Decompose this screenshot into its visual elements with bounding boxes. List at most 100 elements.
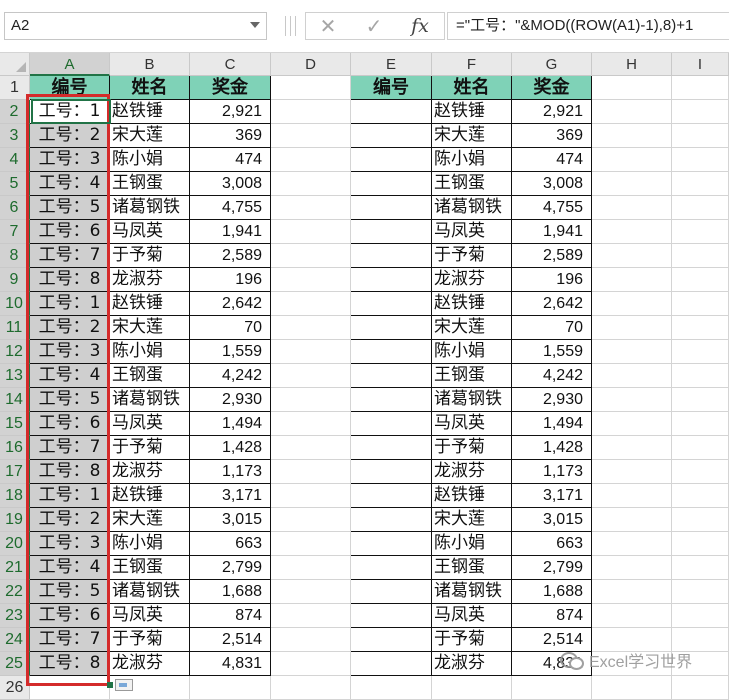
- cell[interactable]: [592, 268, 672, 292]
- row-header-5[interactable]: 5: [0, 172, 30, 196]
- row-header-23[interactable]: 23: [0, 604, 30, 628]
- bonus-cell[interactable]: 2,589: [190, 244, 271, 268]
- cell[interactable]: [271, 292, 351, 316]
- name-cell[interactable]: 陈小娟: [432, 532, 512, 556]
- row-header-2[interactable]: 2: [0, 100, 30, 124]
- row-header-22[interactable]: 22: [0, 580, 30, 604]
- name-cell[interactable]: 陈小娟: [432, 148, 512, 172]
- cell[interactable]: [271, 220, 351, 244]
- id-cell-empty[interactable]: [351, 508, 432, 532]
- row-header-21[interactable]: 21: [0, 556, 30, 580]
- cell[interactable]: [672, 340, 729, 364]
- cell[interactable]: [432, 676, 512, 700]
- bonus-cell[interactable]: 196: [512, 268, 592, 292]
- name-cell[interactable]: 宋大莲: [432, 508, 512, 532]
- bonus-cell[interactable]: 3,171: [190, 484, 271, 508]
- bonus-cell[interactable]: 3,171: [512, 484, 592, 508]
- cell[interactable]: [592, 604, 672, 628]
- cell[interactable]: [271, 628, 351, 652]
- bonus-cell[interactable]: 1,941: [512, 220, 592, 244]
- name-cell[interactable]: 马凤英: [432, 412, 512, 436]
- id-cell-empty[interactable]: [351, 364, 432, 388]
- cell[interactable]: [672, 292, 729, 316]
- bonus-cell[interactable]: 3,015: [512, 508, 592, 532]
- id-cell[interactable]: 工号：2: [30, 316, 110, 340]
- name-cell[interactable]: 诸葛钢铁: [110, 388, 190, 412]
- cell[interactable]: [271, 604, 351, 628]
- bonus-cell[interactable]: 2,799: [512, 556, 592, 580]
- id-cell-empty[interactable]: [351, 652, 432, 676]
- id-cell-empty[interactable]: [351, 532, 432, 556]
- name-cell[interactable]: 马凤英: [110, 412, 190, 436]
- bonus-cell[interactable]: 1,559: [190, 340, 271, 364]
- header-cell-bonus[interactable]: 奖金: [190, 76, 271, 100]
- row-header-14[interactable]: 14: [0, 388, 30, 412]
- row-header-17[interactable]: 17: [0, 460, 30, 484]
- cell[interactable]: [271, 508, 351, 532]
- header-cell-name[interactable]: 姓名: [432, 76, 512, 100]
- name-cell[interactable]: 马凤英: [110, 604, 190, 628]
- name-cell[interactable]: 宋大莲: [110, 124, 190, 148]
- cell[interactable]: [672, 316, 729, 340]
- id-cell[interactable]: 工号：3: [30, 532, 110, 556]
- column-header-d[interactable]: D: [271, 53, 351, 76]
- row-header-15[interactable]: 15: [0, 412, 30, 436]
- bonus-cell[interactable]: 2,642: [190, 292, 271, 316]
- name-cell[interactable]: 赵铁锤: [110, 100, 190, 124]
- column-header-a[interactable]: A: [30, 53, 110, 76]
- cell[interactable]: [271, 484, 351, 508]
- column-header-c[interactable]: C: [190, 53, 271, 76]
- cell[interactable]: [271, 580, 351, 604]
- id-cell-empty[interactable]: [351, 100, 432, 124]
- id-cell[interactable]: 工号：4: [30, 364, 110, 388]
- id-cell-empty[interactable]: [351, 340, 432, 364]
- bonus-cell[interactable]: 1,559: [512, 340, 592, 364]
- quick-analysis-icon[interactable]: [115, 679, 133, 691]
- id-cell[interactable]: 工号：1: [30, 484, 110, 508]
- column-header-h[interactable]: H: [592, 53, 672, 76]
- header-cell-id[interactable]: 编号: [30, 76, 110, 100]
- bonus-cell[interactable]: 4,831: [190, 652, 271, 676]
- name-cell[interactable]: 王钢蛋: [110, 556, 190, 580]
- id-cell[interactable]: 工号：3: [30, 148, 110, 172]
- bonus-cell[interactable]: 2,514: [190, 628, 271, 652]
- row-header-1[interactable]: 1: [0, 76, 30, 100]
- name-cell[interactable]: 赵铁锤: [432, 292, 512, 316]
- name-cell[interactable]: 陈小娟: [110, 532, 190, 556]
- row-header-9[interactable]: 9: [0, 268, 30, 292]
- bonus-cell[interactable]: 196: [190, 268, 271, 292]
- cell[interactable]: [672, 220, 729, 244]
- cell[interactable]: [271, 532, 351, 556]
- bonus-cell[interactable]: 663: [512, 532, 592, 556]
- name-cell[interactable]: 诸葛钢铁: [432, 196, 512, 220]
- cell[interactable]: [271, 364, 351, 388]
- cell[interactable]: [672, 460, 729, 484]
- cell[interactable]: [672, 148, 729, 172]
- cell[interactable]: [592, 484, 672, 508]
- row-header-4[interactable]: 4: [0, 148, 30, 172]
- id-cell-empty[interactable]: [351, 220, 432, 244]
- id-cell[interactable]: 工号：8: [30, 268, 110, 292]
- bonus-cell[interactable]: 4,242: [190, 364, 271, 388]
- column-header-e[interactable]: E: [351, 53, 432, 76]
- bonus-cell[interactable]: 1,428: [512, 436, 592, 460]
- name-cell[interactable]: 龙淑芬: [110, 268, 190, 292]
- name-cell[interactable]: 诸葛钢铁: [110, 580, 190, 604]
- cell[interactable]: [271, 100, 351, 124]
- name-cell[interactable]: 龙淑芬: [432, 460, 512, 484]
- cell[interactable]: [672, 532, 729, 556]
- id-cell-empty[interactable]: [351, 628, 432, 652]
- bonus-cell[interactable]: 4,755: [512, 196, 592, 220]
- cell[interactable]: [592, 316, 672, 340]
- id-cell[interactable]: 工号：3: [30, 340, 110, 364]
- row-header-19[interactable]: 19: [0, 508, 30, 532]
- row-header-6[interactable]: 6: [0, 196, 30, 220]
- cell[interactable]: [592, 532, 672, 556]
- id-cell[interactable]: 工号：2: [30, 508, 110, 532]
- name-cell[interactable]: 赵铁锤: [110, 292, 190, 316]
- cell[interactable]: [672, 100, 729, 124]
- name-cell[interactable]: 赵铁锤: [110, 484, 190, 508]
- bonus-cell[interactable]: 3,008: [190, 172, 271, 196]
- id-cell[interactable]: 工号：4: [30, 172, 110, 196]
- cell[interactable]: [672, 268, 729, 292]
